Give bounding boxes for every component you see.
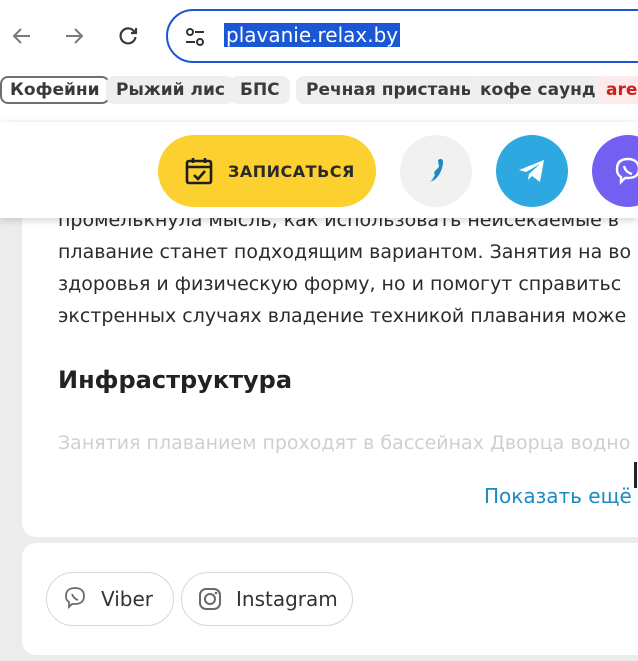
site-settings-icon[interactable] [184, 26, 206, 48]
instagram-label: Instagram [236, 587, 338, 611]
section-heading: Инфраструктура [58, 366, 293, 394]
show-more-link[interactable]: Показать ещё [484, 484, 632, 508]
viber-label: Viber [101, 587, 154, 611]
phone-icon [429, 159, 443, 182]
bookmark-arena[interactable]: arer [596, 76, 638, 104]
back-button[interactable] [4, 18, 40, 54]
article-text: промелькнула мысль, как использовать неи… [58, 204, 638, 332]
reload-button[interactable] [110, 18, 146, 54]
text-line: здоровья и физическую форму, но и помогу… [58, 273, 622, 295]
viber-icon [615, 157, 638, 185]
bookmark-ryzhiy-lis[interactable]: Рыжий лис [106, 76, 235, 104]
reload-icon [119, 27, 138, 45]
back-arrow-icon [12, 28, 30, 44]
bookmark-bps[interactable]: БПС [230, 76, 290, 104]
faded-preview-text: Занятия плаванием проходят в бассейнах Д… [58, 432, 631, 454]
address-bar[interactable]: plavanie.relax.by [166, 9, 638, 63]
telegram-button[interactable] [496, 135, 568, 207]
bookmark-kofe-saund[interactable]: кофе саунд [470, 76, 606, 104]
url-text[interactable]: plavanie.relax.by [224, 23, 401, 47]
viber-link[interactable]: Viber [46, 572, 174, 626]
signup-button[interactable]: ЗАПИСАТЬСЯ [158, 135, 376, 207]
viber-icon [65, 587, 85, 610]
text-line: плавание станет подходящим вариантом. За… [58, 241, 632, 263]
telegram-icon [519, 160, 544, 182]
browser-toolbar: plavanie.relax.by [0, 0, 638, 72]
text-cursor [634, 462, 637, 488]
forward-button[interactable] [56, 18, 92, 54]
bookmarks-bar: Кофейни Рыжий лис БПС Речная пристань ко… [0, 72, 638, 123]
calendar-check-icon [185, 158, 213, 185]
instagram-icon [199, 588, 221, 610]
phone-button[interactable] [400, 135, 472, 207]
text-line: экстренных случаях владение техникой пла… [58, 305, 627, 327]
instagram-link[interactable]: Instagram [181, 572, 353, 626]
signup-label: ЗАПИСАТЬСЯ [228, 161, 355, 181]
bookmark-rechnaya-pristan[interactable]: Речная пристань [296, 76, 482, 104]
bookmark-kofeyni[interactable]: Кофейни [0, 76, 110, 104]
forward-arrow-icon [66, 28, 84, 44]
